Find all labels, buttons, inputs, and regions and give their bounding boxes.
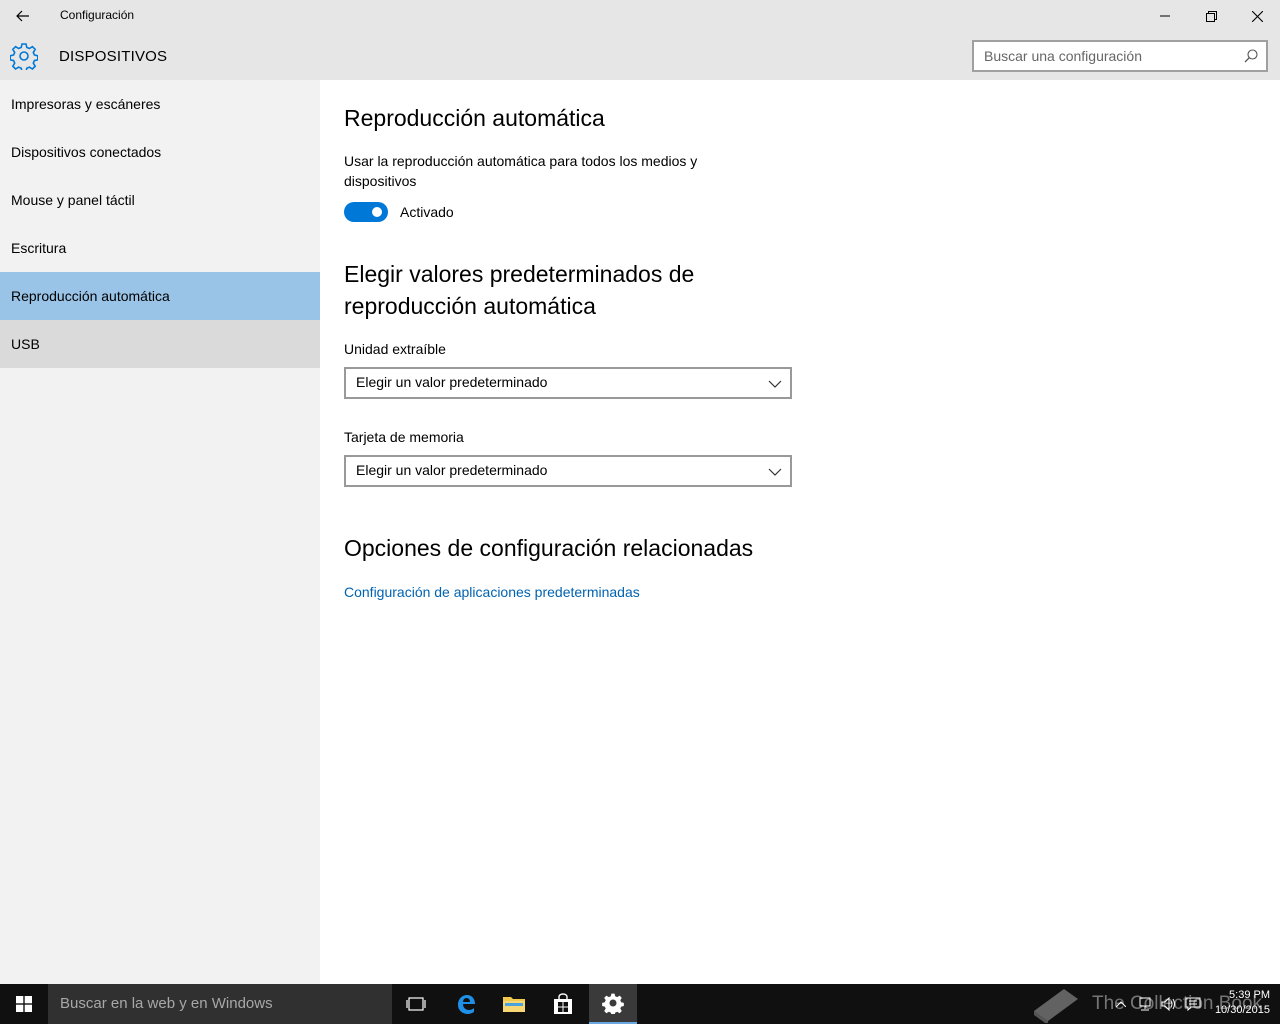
clock-date: 10/30/2015: [1214, 1004, 1270, 1016]
taskbar-clock[interactable]: 5:39 PM 10/30/2015: [1215, 988, 1270, 1018]
main-content: Reproducción automática Usar la reproduc…: [320, 80, 1280, 984]
close-icon: [1251, 10, 1263, 22]
file-explorer-button[interactable]: [490, 984, 538, 1024]
window-title: Configuración: [60, 8, 135, 22]
taskbar-search-placeholder: Buscar en la web y en Windows: [60, 995, 273, 1012]
windows-logo-icon: [16, 996, 32, 1012]
start-button[interactable]: [0, 984, 48, 1024]
minimize-button[interactable]: [1142, 0, 1188, 32]
sidebar-item-mouse-touchpad[interactable]: Mouse y panel táctil: [0, 176, 320, 224]
network-button[interactable]: [1134, 984, 1156, 1024]
notification-icon: [1185, 997, 1201, 1011]
settings-taskbar-button[interactable]: [589, 984, 637, 1024]
chevron-down-icon: [768, 380, 782, 388]
task-view-icon: [406, 997, 426, 1011]
memory-card-label: Tarjeta de memoria: [344, 429, 464, 445]
action-center-button[interactable]: [1182, 984, 1204, 1024]
taskbar: Buscar en la web y en Windows The Collec…: [0, 984, 1280, 1024]
settings-search[interactable]: [972, 40, 1268, 72]
show-hidden-icons-button[interactable]: [1112, 984, 1130, 1024]
back-arrow-icon: [16, 10, 29, 22]
autoplay-heading: Reproducción automática: [344, 105, 605, 131]
settings-header: DISPOSITIVOS: [0, 32, 1280, 80]
store-button[interactable]: [539, 984, 587, 1024]
toggle-knob: [372, 207, 382, 217]
autoplay-description: Usar la reproducción automática para tod…: [344, 153, 698, 189]
chevron-down-icon: [768, 468, 782, 476]
chevron-up-icon: [1116, 1001, 1126, 1007]
related-settings-heading: Opciones de configuración relacionadas: [344, 535, 754, 561]
volume-button[interactable]: [1158, 984, 1180, 1024]
autoplay-toggle[interactable]: [344, 202, 388, 222]
settings-gear-icon: [602, 993, 624, 1014]
minimize-icon: [1160, 15, 1170, 17]
title-bar: Configuración: [0, 0, 1280, 32]
network-icon: [1139, 997, 1151, 1011]
sidebar-item-autoplay[interactable]: Reproducción automática: [0, 272, 320, 320]
defaults-heading-line2: reproducción automática: [344, 293, 596, 319]
toggle-state-label: Activado: [400, 204, 454, 220]
task-view-button[interactable]: [392, 984, 440, 1024]
defaults-heading-line1: Elegir valores predeterminados de: [344, 261, 695, 287]
search-icon[interactable]: [1244, 49, 1258, 63]
back-button[interactable]: [0, 0, 46, 32]
sidebar-item-connected-devices[interactable]: Dispositivos conectados: [0, 128, 320, 176]
search-input[interactable]: [984, 42, 1234, 70]
taskbar-search[interactable]: Buscar en la web y en Windows: [48, 984, 392, 1024]
edge-icon: [458, 995, 475, 1014]
removable-drive-value: Elegir un valor predeterminado: [356, 374, 548, 390]
restore-icon: [1205, 10, 1217, 22]
book-icon: [1034, 989, 1078, 1023]
edge-button[interactable]: [442, 984, 490, 1024]
close-button[interactable]: [1234, 0, 1280, 32]
folder-icon: [503, 997, 525, 1012]
sidebar-item-typing[interactable]: Escritura: [0, 224, 320, 272]
memory-card-value: Elegir un valor predeterminado: [356, 462, 548, 478]
default-apps-link[interactable]: Configuración de aplicaciones predetermi…: [344, 582, 640, 602]
page-title: DISPOSITIVOS: [59, 48, 168, 65]
store-bag-icon: [554, 993, 572, 1014]
memory-card-dropdown[interactable]: Elegir un valor predeterminado: [344, 455, 792, 487]
removable-drive-dropdown[interactable]: Elegir un valor predeterminado: [344, 367, 792, 399]
sidebar-item-printers[interactable]: Impresoras y escáneres: [0, 80, 320, 128]
clock-time: 5:39 PM: [1229, 989, 1270, 1001]
restore-button[interactable]: [1188, 0, 1234, 32]
sidebar: Impresoras y escáneres Dispositivos cone…: [0, 80, 320, 984]
removable-drive-label: Unidad extraíble: [344, 341, 446, 357]
gear-icon: [10, 43, 38, 70]
volume-icon: [1161, 997, 1175, 1011]
sidebar-item-usb[interactable]: USB: [0, 320, 320, 368]
